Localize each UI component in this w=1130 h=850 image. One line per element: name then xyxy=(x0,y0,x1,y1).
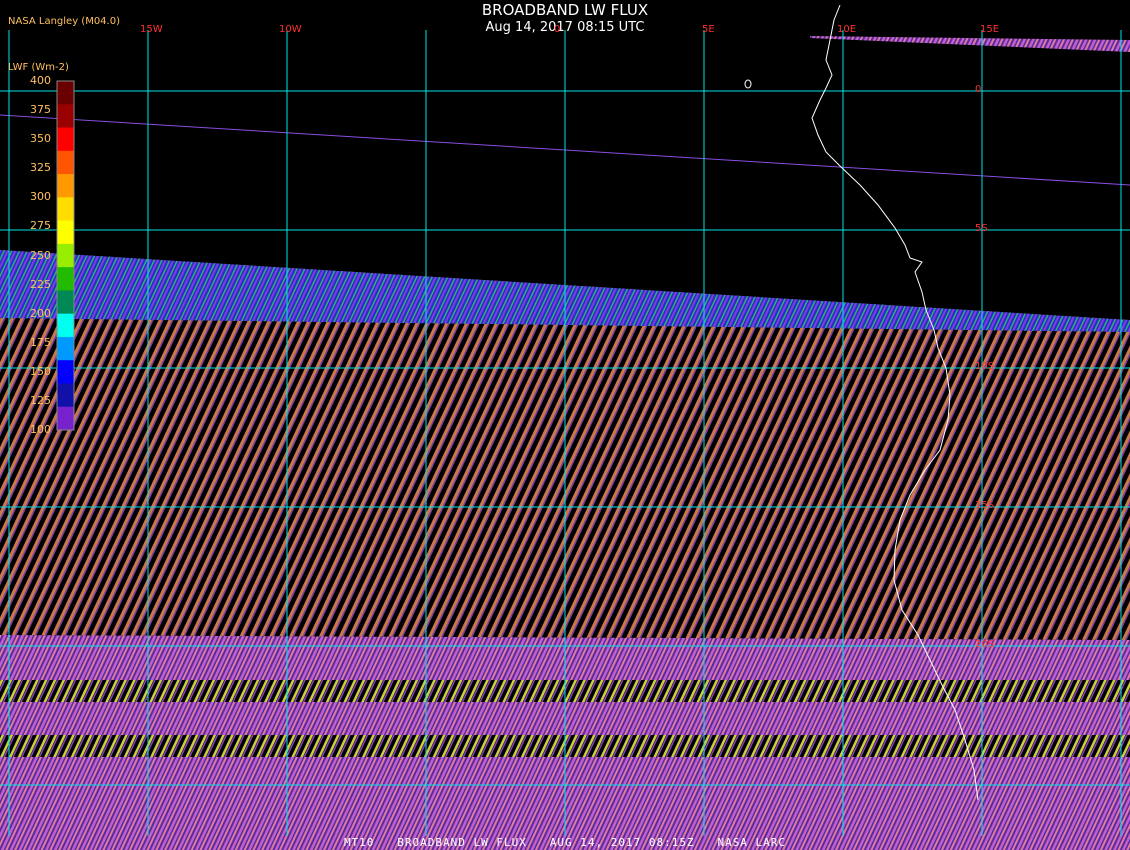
colorbar-swatch xyxy=(57,197,74,222)
colorbar-tick-label: 200 xyxy=(30,306,51,320)
colorbar-tick-label: 325 xyxy=(30,161,51,175)
colorbar-swatch xyxy=(57,267,74,291)
map-title: BROADBAND LW FLUX xyxy=(481,1,649,19)
colorbar-swatch xyxy=(57,290,74,315)
colorbar-tick-label: 225 xyxy=(30,277,51,291)
colorbar-tick-label: 275 xyxy=(30,219,51,233)
colorbar-swatch xyxy=(57,383,74,408)
colorbar-swatch xyxy=(57,127,74,152)
longitude-label: 0 xyxy=(554,24,561,35)
colorbar-units: LWF (Wm-2) xyxy=(8,62,69,73)
colorbar-tick-label: 300 xyxy=(30,190,51,204)
latitude-label: 20S xyxy=(975,639,995,650)
longitude-label: 5E xyxy=(702,24,715,35)
colorbar-swatch xyxy=(57,243,74,268)
colorbar-tick-label: 375 xyxy=(30,103,51,117)
satellite-map xyxy=(0,4,1130,850)
colorbar-swatch xyxy=(57,174,74,198)
colorbar-tick-label: 150 xyxy=(30,364,51,378)
colorbar-tick-label: 100 xyxy=(30,423,51,436)
longitude-label: 15W xyxy=(140,24,163,35)
colorbar-swatch xyxy=(57,406,74,431)
colorbar-swatch xyxy=(57,313,74,338)
colorbar-tick-label: 175 xyxy=(30,335,51,349)
colorbar-tick-label: 350 xyxy=(30,132,51,146)
longitude-label: 15E xyxy=(980,24,1000,35)
latitude-label: 5S xyxy=(975,223,988,234)
colorbar-tick-label: 250 xyxy=(30,248,51,262)
colorbar-swatch xyxy=(57,150,74,175)
footer-caption: MT10 BROADBAND LW FLUX AUG 14, 2017 08:1… xyxy=(343,836,787,849)
colorbar-tick-label: 400 xyxy=(30,74,51,87)
latitude-label: 0 xyxy=(975,84,982,95)
island xyxy=(744,79,752,89)
map-timestamp: Aug 14, 2017 08:15 UTC xyxy=(485,20,645,35)
colorbar xyxy=(56,80,75,431)
latitude-label: 10S xyxy=(975,361,995,372)
colorbar-swatch xyxy=(57,104,74,129)
colorbar-swatch xyxy=(57,220,74,245)
longitude-label: 10W xyxy=(279,24,302,35)
latitude-label: 15S xyxy=(975,500,995,511)
colorbar-swatch xyxy=(57,360,74,384)
colorbar-swatch xyxy=(57,336,74,361)
colorbar-tick-label: 125 xyxy=(30,393,51,407)
longitude-label: 10E xyxy=(837,24,857,35)
colorbar-swatch xyxy=(57,81,74,105)
